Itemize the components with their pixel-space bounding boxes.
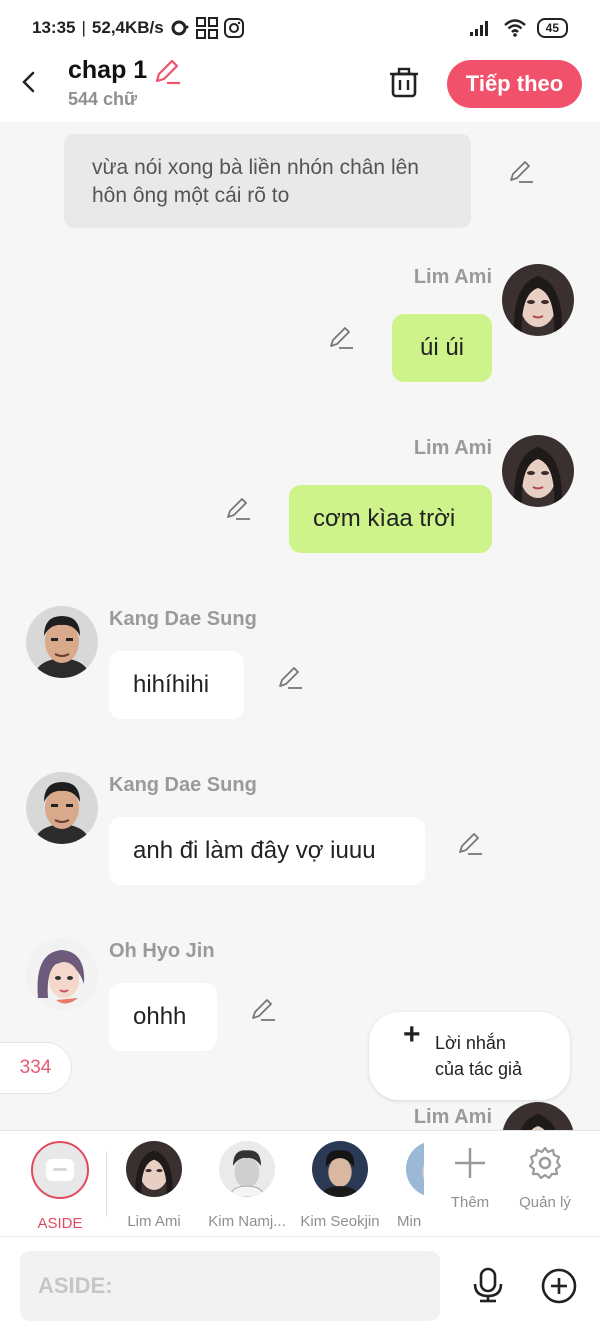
- title-group: chap 1 544 chữ: [68, 56, 181, 110]
- avatar-oh-hyo-jin[interactable]: [26, 938, 98, 1010]
- character-bar: ASIDE Lim Ami Kim Namj... Kim Seokjin Mi…: [0, 1130, 600, 1236]
- manage-button[interactable]: Quản lý: [505, 1145, 585, 1211]
- edit-title-icon[interactable]: [153, 57, 181, 85]
- back-arrow-icon[interactable]: [14, 66, 46, 98]
- gear-icon: [528, 1146, 562, 1180]
- avatar-image: [502, 435, 574, 507]
- character-label: Lim Ami: [127, 1213, 181, 1230]
- qr-icon: [195, 17, 218, 39]
- page-title: chap 1: [68, 56, 148, 84]
- character-aside[interactable]: ASIDE: [15, 1141, 105, 1232]
- message-input[interactable]: [20, 1251, 440, 1321]
- sender-name: Oh Hyo Jin: [109, 940, 215, 962]
- character-lim-ami[interactable]: Lim Ami: [109, 1141, 199, 1230]
- avatar-image: [26, 606, 98, 678]
- plus-icon: +: [403, 1018, 421, 1051]
- avatar-lim-ami[interactable]: [502, 1102, 574, 1130]
- next-button[interactable]: Tiếp theo: [447, 60, 582, 108]
- character-avatar: [219, 1141, 275, 1197]
- sender-name: Kang Dae Sung: [109, 608, 257, 630]
- add-character-button[interactable]: Thêm: [430, 1145, 510, 1211]
- aside-icon: [31, 1141, 89, 1199]
- instagram-icon: [223, 18, 244, 38]
- avatar-image: [26, 772, 98, 844]
- signal-icon: [469, 21, 488, 36]
- message-count-badge[interactable]: 334: [0, 1042, 72, 1094]
- trash-icon[interactable]: [388, 66, 420, 100]
- narration-message[interactable]: vừa nói xong bà liền nhón chân lên hôn ô…: [64, 134, 471, 228]
- author-note-line2: của tác giả: [435, 1059, 523, 1079]
- avatar-image: [502, 1102, 574, 1130]
- character-kim-seokjin[interactable]: Kim Seokjin: [295, 1141, 385, 1230]
- word-count: 544 chữ: [68, 89, 138, 109]
- character-label: Kim Namj...: [208, 1213, 286, 1230]
- battery-indicator: 45: [536, 18, 568, 38]
- edit-message-icon[interactable]: [328, 324, 354, 350]
- author-note-line1: Lời nhắn: [435, 1033, 506, 1053]
- character-min[interactable]: Min: [388, 1141, 424, 1230]
- character-kim-namjoon[interactable]: Kim Namj...: [202, 1141, 292, 1230]
- character-label: Kim Seokjin: [300, 1213, 380, 1230]
- sender-name: Kang Dae Sung: [109, 774, 257, 796]
- header: chap 1 544 chữ Tiếp theo: [0, 56, 600, 122]
- add-label: Thêm: [450, 1194, 490, 1211]
- avatar-lim-ami[interactable]: [502, 264, 574, 336]
- add-circle-icon[interactable]: [540, 1267, 578, 1305]
- edit-message-icon[interactable]: [250, 996, 276, 1022]
- avatar-kang-dae-sung[interactable]: [26, 606, 98, 678]
- input-bar: [0, 1236, 600, 1333]
- edit-message-icon[interactable]: [508, 158, 534, 184]
- character-avatar: [312, 1141, 368, 1197]
- edit-message-icon[interactable]: [225, 495, 251, 521]
- character-avatar: [406, 1141, 424, 1197]
- sender-name: Lim Ami: [413, 437, 492, 459]
- manage-label: Quản lý: [519, 1194, 571, 1211]
- character-label: Min: [397, 1213, 422, 1230]
- plus-icon: [455, 1148, 485, 1178]
- status-bar: 13:35 | 52,4KB/s 45: [0, 0, 600, 56]
- status-time: 13:35: [32, 18, 76, 37]
- message-bubble[interactable]: cơm kìaa trời: [289, 485, 492, 553]
- status-speed: 52,4KB/s: [91, 18, 164, 37]
- chat-area[interactable]: vừa nói xong bà liền nhón chân lên hôn ô…: [0, 122, 600, 1130]
- wifi-icon: [503, 19, 526, 37]
- character-label: ASIDE: [37, 1215, 83, 1232]
- avatar-image: [26, 938, 98, 1010]
- sender-name: Lim Ami: [413, 1106, 492, 1128]
- message-bubble[interactable]: hihíhihi: [109, 651, 244, 719]
- sync-icon: [171, 20, 189, 36]
- avatar-image: [502, 264, 574, 336]
- message-bubble[interactable]: ohhh: [109, 983, 217, 1051]
- sender-name: Lim Ami: [413, 266, 492, 288]
- avatar-lim-ami[interactable]: [502, 435, 574, 507]
- author-note-button[interactable]: + Lời nhắn của tác giả: [369, 1012, 570, 1100]
- edit-message-icon[interactable]: [457, 830, 483, 856]
- divider: [106, 1151, 107, 1217]
- character-avatar: [126, 1141, 182, 1197]
- message-bubble[interactable]: anh đi làm đây vợ iuuu: [109, 817, 425, 885]
- message-bubble[interactable]: úi úi: [392, 314, 492, 382]
- edit-message-icon[interactable]: [277, 664, 303, 690]
- microphone-icon[interactable]: [470, 1267, 506, 1303]
- avatar-kang-dae-sung[interactable]: [26, 772, 98, 844]
